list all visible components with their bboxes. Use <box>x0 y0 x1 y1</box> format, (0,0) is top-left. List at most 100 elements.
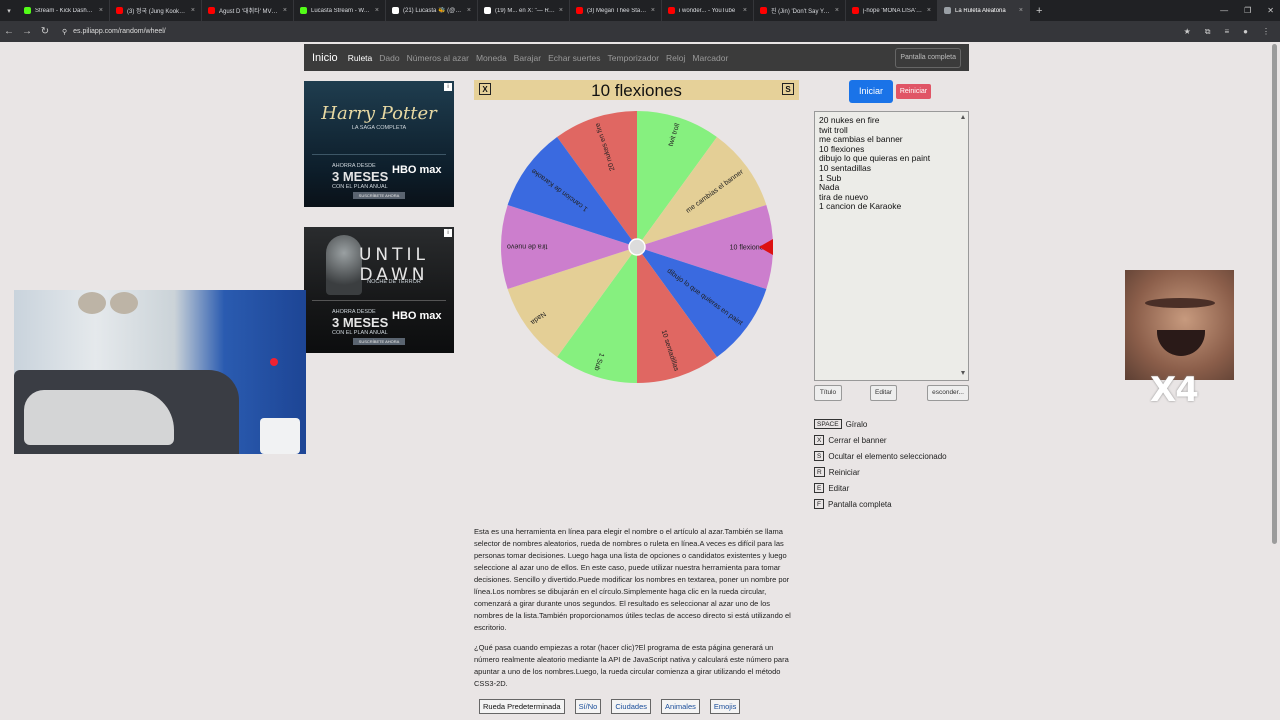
tab-close-icon[interactable]: × <box>835 7 839 14</box>
url-field[interactable]: ⚲ es.piliapp.com/random/wheel/ <box>62 28 166 36</box>
profile-icon[interactable]: ● <box>1243 27 1248 36</box>
nav-link-marcador[interactable]: Marcador <box>692 53 728 63</box>
webcam-overlay <box>14 290 306 454</box>
names-textarea[interactable]: 20 nukes en fire twit troll me cambias el … <box>814 111 969 381</box>
site-info-icon[interactable]: ⚲ <box>62 28 67 36</box>
nav-link-temporizador[interactable]: Temporizador <box>608 53 660 63</box>
browser-tab[interactable]: La Ruleta Aleatoria × <box>938 0 1030 21</box>
browser-tab-bar: ▾ Stream - Kick Dashboard×(3) 정국 (Jung K… <box>0 0 1280 21</box>
ad-line2: CON EL PLAN ANUAL <box>332 330 388 336</box>
reset-button[interactable]: Reiniciar <box>896 84 931 99</box>
nav-link-dado[interactable]: Dado <box>379 53 399 63</box>
tab-close-icon[interactable]: × <box>927 7 931 14</box>
spin-wheel[interactable]: 20 nukes en fire twit trollme cambias el … <box>501 111 773 383</box>
reload-icon[interactable]: ↻ <box>36 26 54 37</box>
shortcut-key: X <box>814 435 825 445</box>
description-paragraph-1: Esta es una herramienta en línea para el… <box>474 527 791 632</box>
preset-emojis-button[interactable]: Emojis <box>709 699 741 714</box>
forward-icon[interactable]: → <box>18 26 36 37</box>
browser-tab[interactable]: 진 (Jin) 'Don't Say You Lo... × <box>754 0 846 21</box>
name-entry: 1 cancion de Karaoke <box>819 201 902 212</box>
maximize-icon[interactable]: ❐ <box>1244 6 1251 15</box>
edit-button[interactable]: Editar <box>870 385 897 401</box>
minimize-icon[interactable]: — <box>1220 6 1228 15</box>
browser-tab[interactable]: Agust D '대취타' MV - Yo... × <box>202 0 294 21</box>
tab-close-icon[interactable]: × <box>283 7 287 14</box>
close-window-icon[interactable]: ✕ <box>1267 6 1274 15</box>
ad-close-icon[interactable]: i <box>444 83 452 91</box>
hide-button[interactable]: esconder... <box>927 385 969 401</box>
meme-multiplier-label: X4 <box>1150 370 1199 410</box>
ad-banner-until-dawn[interactable]: i UNTIL DAWN NOCHE DE TERROR AHORRA DESD… <box>304 227 454 353</box>
wheel-result-text: 10 flexiones <box>591 81 682 100</box>
shortcut-e: E Editar <box>814 482 849 494</box>
tab-close-icon[interactable]: × <box>559 7 563 14</box>
tab-favicon-icon <box>24 7 31 14</box>
tab-close-icon[interactable]: × <box>375 7 379 14</box>
nav-link-echar-suertes[interactable]: Echar suertes <box>548 53 600 63</box>
page-scrollbar-thumb[interactable] <box>1272 44 1277 544</box>
hide-selected-button[interactable]: S <box>782 83 794 95</box>
nav-link-reloj[interactable]: Reloj <box>666 53 685 63</box>
wheel-slice-label: tira de nuevo <box>507 243 548 250</box>
browser-tab[interactable]: (3) 정국 (Jung Kook) Live ... × <box>110 0 202 21</box>
menu-icon[interactable]: ⋮ <box>1262 27 1270 36</box>
preset-cities-button[interactable]: Ciudades <box>611 699 652 714</box>
tab-search-icon[interactable]: ▾ <box>0 0 18 21</box>
bookmark-star-icon[interactable]: ★ <box>1184 27 1191 36</box>
preset-animals-button[interactable]: Animales <box>661 699 700 714</box>
media-icon[interactable]: ≡ <box>1224 27 1229 36</box>
back-icon[interactable]: ← <box>0 26 18 37</box>
ad-divider <box>312 300 446 301</box>
ad-banner-harry-potter[interactable]: i Harry Potter LA SAGA COMPLETA AHORRA D… <box>304 81 454 207</box>
new-tab-button[interactable]: + <box>1036 5 1042 17</box>
guitar-image <box>110 292 138 314</box>
browser-tab[interactable]: Lucasta Stream - Watch L... × <box>294 0 386 21</box>
wheel-center-hub[interactable] <box>628 238 646 256</box>
nav-home-link[interactable]: Inicio <box>312 52 338 64</box>
extensions-icon[interactable]: ⧉ <box>1205 27 1211 37</box>
heater-image <box>260 418 300 454</box>
preset-yes-no-button[interactable]: Sí/No <box>574 699 602 714</box>
address-bar-actions: ★ ⧉ ≡ ● ⋮ <box>1184 21 1270 42</box>
browser-tab[interactable]: (3) Megan Thee Stallion - ... × <box>570 0 662 21</box>
hbo-max-logo: HBO max <box>392 164 442 176</box>
description-paragraph-2: ¿Qué pasa cuando empiezas a rotar (hacer… <box>474 643 789 688</box>
shortcut-label: Ocultar el elemento seleccionado <box>828 451 947 461</box>
tab-favicon-icon <box>300 7 307 14</box>
title-button[interactable]: Título <box>814 385 842 401</box>
preset-default-button[interactable]: Rueda Predeterminada <box>479 699 565 714</box>
ad-cta-button[interactable]: SUSCRÍBETE AHORA <box>353 338 405 345</box>
ad-cta-button[interactable]: SUSCRÍBETE AHORA <box>353 192 405 199</box>
shortcut-x: X Cerrar el banner <box>814 434 887 446</box>
textarea-scrollbar[interactable] <box>959 113 967 379</box>
close-banner-button[interactable]: X <box>479 83 491 95</box>
browser-tab[interactable]: j-hope 'MONA LISA' Offi... × <box>846 0 938 21</box>
browser-tab[interactable]: (19) M... en X: "— Regi... × <box>478 0 570 21</box>
tab-close-icon[interactable]: × <box>743 7 747 14</box>
tab-favicon-icon <box>668 7 675 14</box>
nav-link-moneda[interactable]: Moneda <box>476 53 507 63</box>
tab-title: Lucasta Stream - Watch L... <box>311 7 371 14</box>
tab-title: 진 (Jin) 'Don't Say You Lo... <box>771 9 831 15</box>
tab-close-icon[interactable]: × <box>651 7 655 14</box>
ad-close-icon[interactable]: i <box>444 229 452 237</box>
nav-link-numeros[interactable]: Números al azar <box>407 53 469 63</box>
nav-link-barajar[interactable]: Barajar <box>514 53 541 63</box>
shortcut-key: F <box>814 499 824 509</box>
fullscreen-button[interactable]: Pantalla completa <box>895 48 961 68</box>
tab-close-icon[interactable]: × <box>99 7 103 14</box>
page-scrollbar[interactable] <box>1271 44 1278 544</box>
tab-title: La Ruleta Aleatoria <box>955 7 1006 14</box>
browser-tab[interactable]: (21) Lucasta 🐝 (@Lucasta... × <box>386 0 478 21</box>
tab-close-icon[interactable]: × <box>1019 7 1023 14</box>
window-controls: — ❐ ✕ <box>1220 0 1274 21</box>
nav-link-ruleta[interactable]: Ruleta <box>348 53 373 63</box>
tab-close-icon[interactable]: × <box>191 7 195 14</box>
name-entry: 1 Sub <box>819 172 842 183</box>
browser-tab[interactable]: i wonder... - YouTube × <box>662 0 754 21</box>
shortcut-key: R <box>814 467 825 477</box>
tab-close-icon[interactable]: × <box>467 7 471 14</box>
start-button[interactable]: Iniciar <box>849 80 893 103</box>
browser-tab[interactable]: Stream - Kick Dashboard × <box>18 0 110 21</box>
